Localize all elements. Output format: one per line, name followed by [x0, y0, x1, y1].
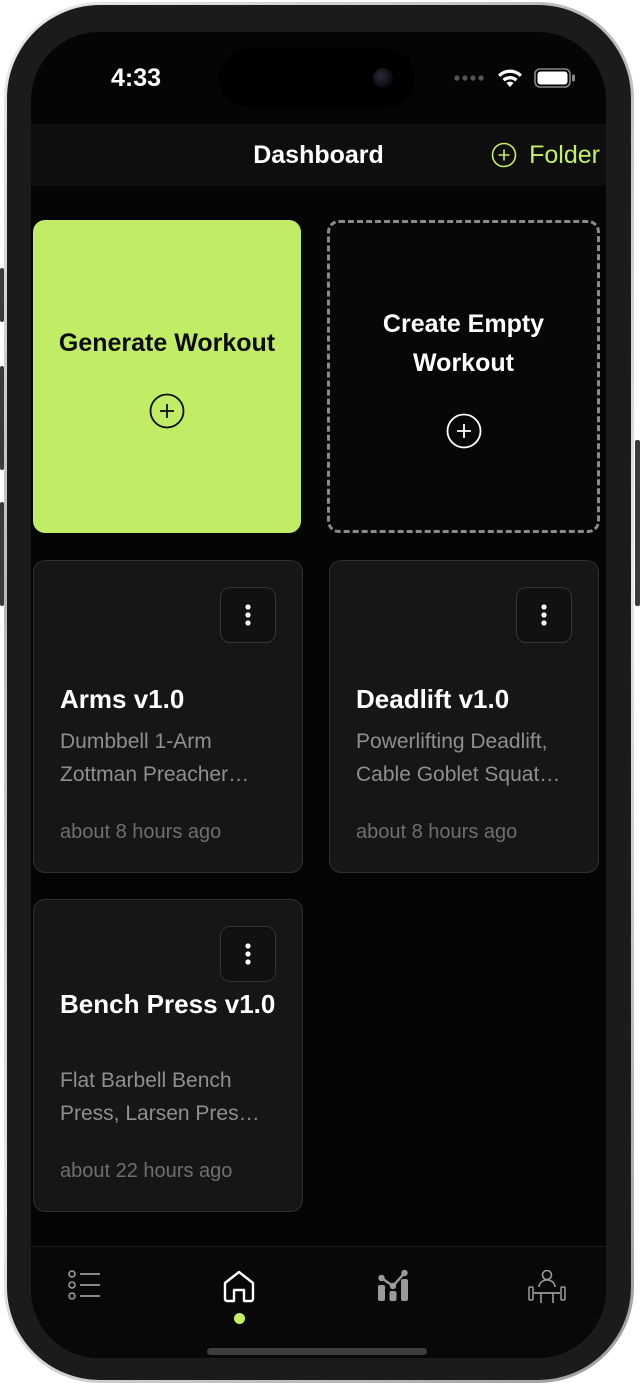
list-icon	[68, 1270, 100, 1300]
signal-icon	[454, 75, 484, 81]
dynamic-island	[219, 49, 415, 107]
workout-exercises: Dumbbell 1-Arm Zottman Preacher…	[60, 730, 250, 786]
plus-circle-icon	[149, 393, 185, 429]
tab-home[interactable]	[211, 1269, 267, 1329]
tab-gym[interactable]	[519, 1269, 575, 1329]
battery-icon	[534, 68, 575, 88]
workout-exercises: Powerlifting Deadlift, Cable Goblet Squa…	[356, 730, 561, 786]
workout-card[interactable]: Arms v1.0 Dumbbell 1-Arm Zottman Preache…	[33, 560, 303, 873]
more-options-button[interactable]	[220, 587, 276, 643]
workout-card[interactable]: Deadlift v1.0 Powerlifting Deadlift, Cab…	[329, 560, 599, 873]
gym-icon	[528, 1269, 566, 1303]
generate-workout-button[interactable]: Generate Workout	[33, 220, 301, 533]
more-vertical-icon	[245, 604, 251, 626]
phone-screen: 4:33 Dashboard Folder Generate Workout C…	[31, 32, 606, 1358]
navigation-bar: Dashboard Folder	[31, 124, 606, 186]
workout-title: Arms v1.0	[60, 684, 185, 714]
home-indicator[interactable]	[207, 1348, 427, 1355]
home-icon	[223, 1270, 255, 1303]
generate-workout-label: Generate Workout	[58, 329, 276, 357]
tab-workouts-list[interactable]	[57, 1269, 113, 1329]
status-icons	[454, 66, 576, 90]
more-vertical-icon	[541, 604, 547, 626]
more-options-button[interactable]	[220, 926, 276, 982]
plus-circle-icon	[446, 413, 481, 448]
tab-bar	[31, 1246, 606, 1358]
status-time: 4:33	[110, 64, 162, 92]
plus-circle-icon	[491, 142, 517, 168]
workout-exercises: Flat Barbell Bench Press, Larsen Pres…	[60, 1069, 260, 1125]
more-vertical-icon	[245, 943, 251, 965]
add-folder-button[interactable]: Folder	[491, 124, 600, 186]
workout-timestamp: about 8 hours ago	[356, 821, 518, 843]
camera-icon	[373, 68, 393, 88]
power-button	[635, 440, 640, 606]
active-tab-indicator	[233, 1313, 245, 1324]
more-options-button[interactable]	[516, 587, 572, 643]
stats-icon	[378, 1269, 408, 1301]
workout-title: Deadlift v1.0	[356, 684, 510, 714]
create-empty-workout-label: Create Empty Workout	[382, 309, 545, 377]
wifi-icon	[498, 69, 522, 87]
tab-stats[interactable]	[365, 1269, 421, 1329]
workout-title: Bench Press v1.0	[60, 989, 276, 1019]
workout-card[interactable]: Bench Press v1.0 Flat Barbell Bench Pres…	[33, 899, 303, 1212]
workout-timestamp: about 8 hours ago	[60, 821, 222, 843]
add-folder-label: Folder	[529, 140, 600, 169]
workout-timestamp: about 22 hours ago	[60, 1160, 233, 1182]
create-empty-workout-button[interactable]: Create Empty Workout	[327, 220, 600, 533]
